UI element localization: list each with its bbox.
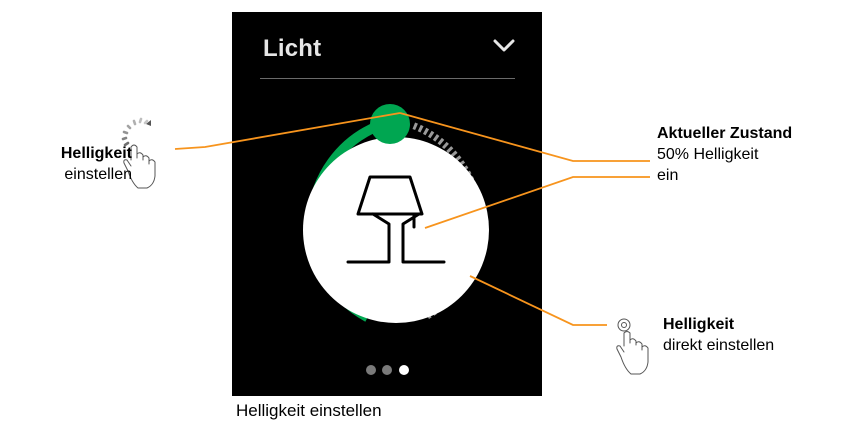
caption: Helligkeit einstellen — [236, 401, 382, 420]
page-dot-3-active[interactable] — [399, 365, 409, 375]
callout-line-direct — [469, 275, 607, 326]
page-dot-1[interactable] — [366, 365, 376, 375]
tap-gesture-icon — [616, 318, 649, 375]
brightness-handle[interactable] — [370, 104, 410, 144]
callout-left: Helligkeit einstellen — [9, 143, 132, 185]
callout-state-line2: ein — [657, 167, 679, 184]
callout-direct-title: Helligkeit — [663, 316, 735, 333]
callout-current-state: Aktueller Zustand 50% Helligkeit ein — [657, 123, 792, 186]
callout-state-title: Aktueller Zustand — [657, 125, 793, 142]
page-dot-2[interactable] — [382, 365, 392, 375]
callout-direct: Helligkeit direkt einstellen — [663, 314, 774, 356]
callout-left-title: Helligkeit — [60, 145, 132, 162]
dial-center-button[interactable] — [303, 137, 489, 323]
callout-left-text: einstellen — [64, 166, 132, 183]
callout-direct-text: direkt einstellen — [663, 337, 775, 354]
callout-state-line1: 50% Helligkeit — [657, 146, 759, 163]
